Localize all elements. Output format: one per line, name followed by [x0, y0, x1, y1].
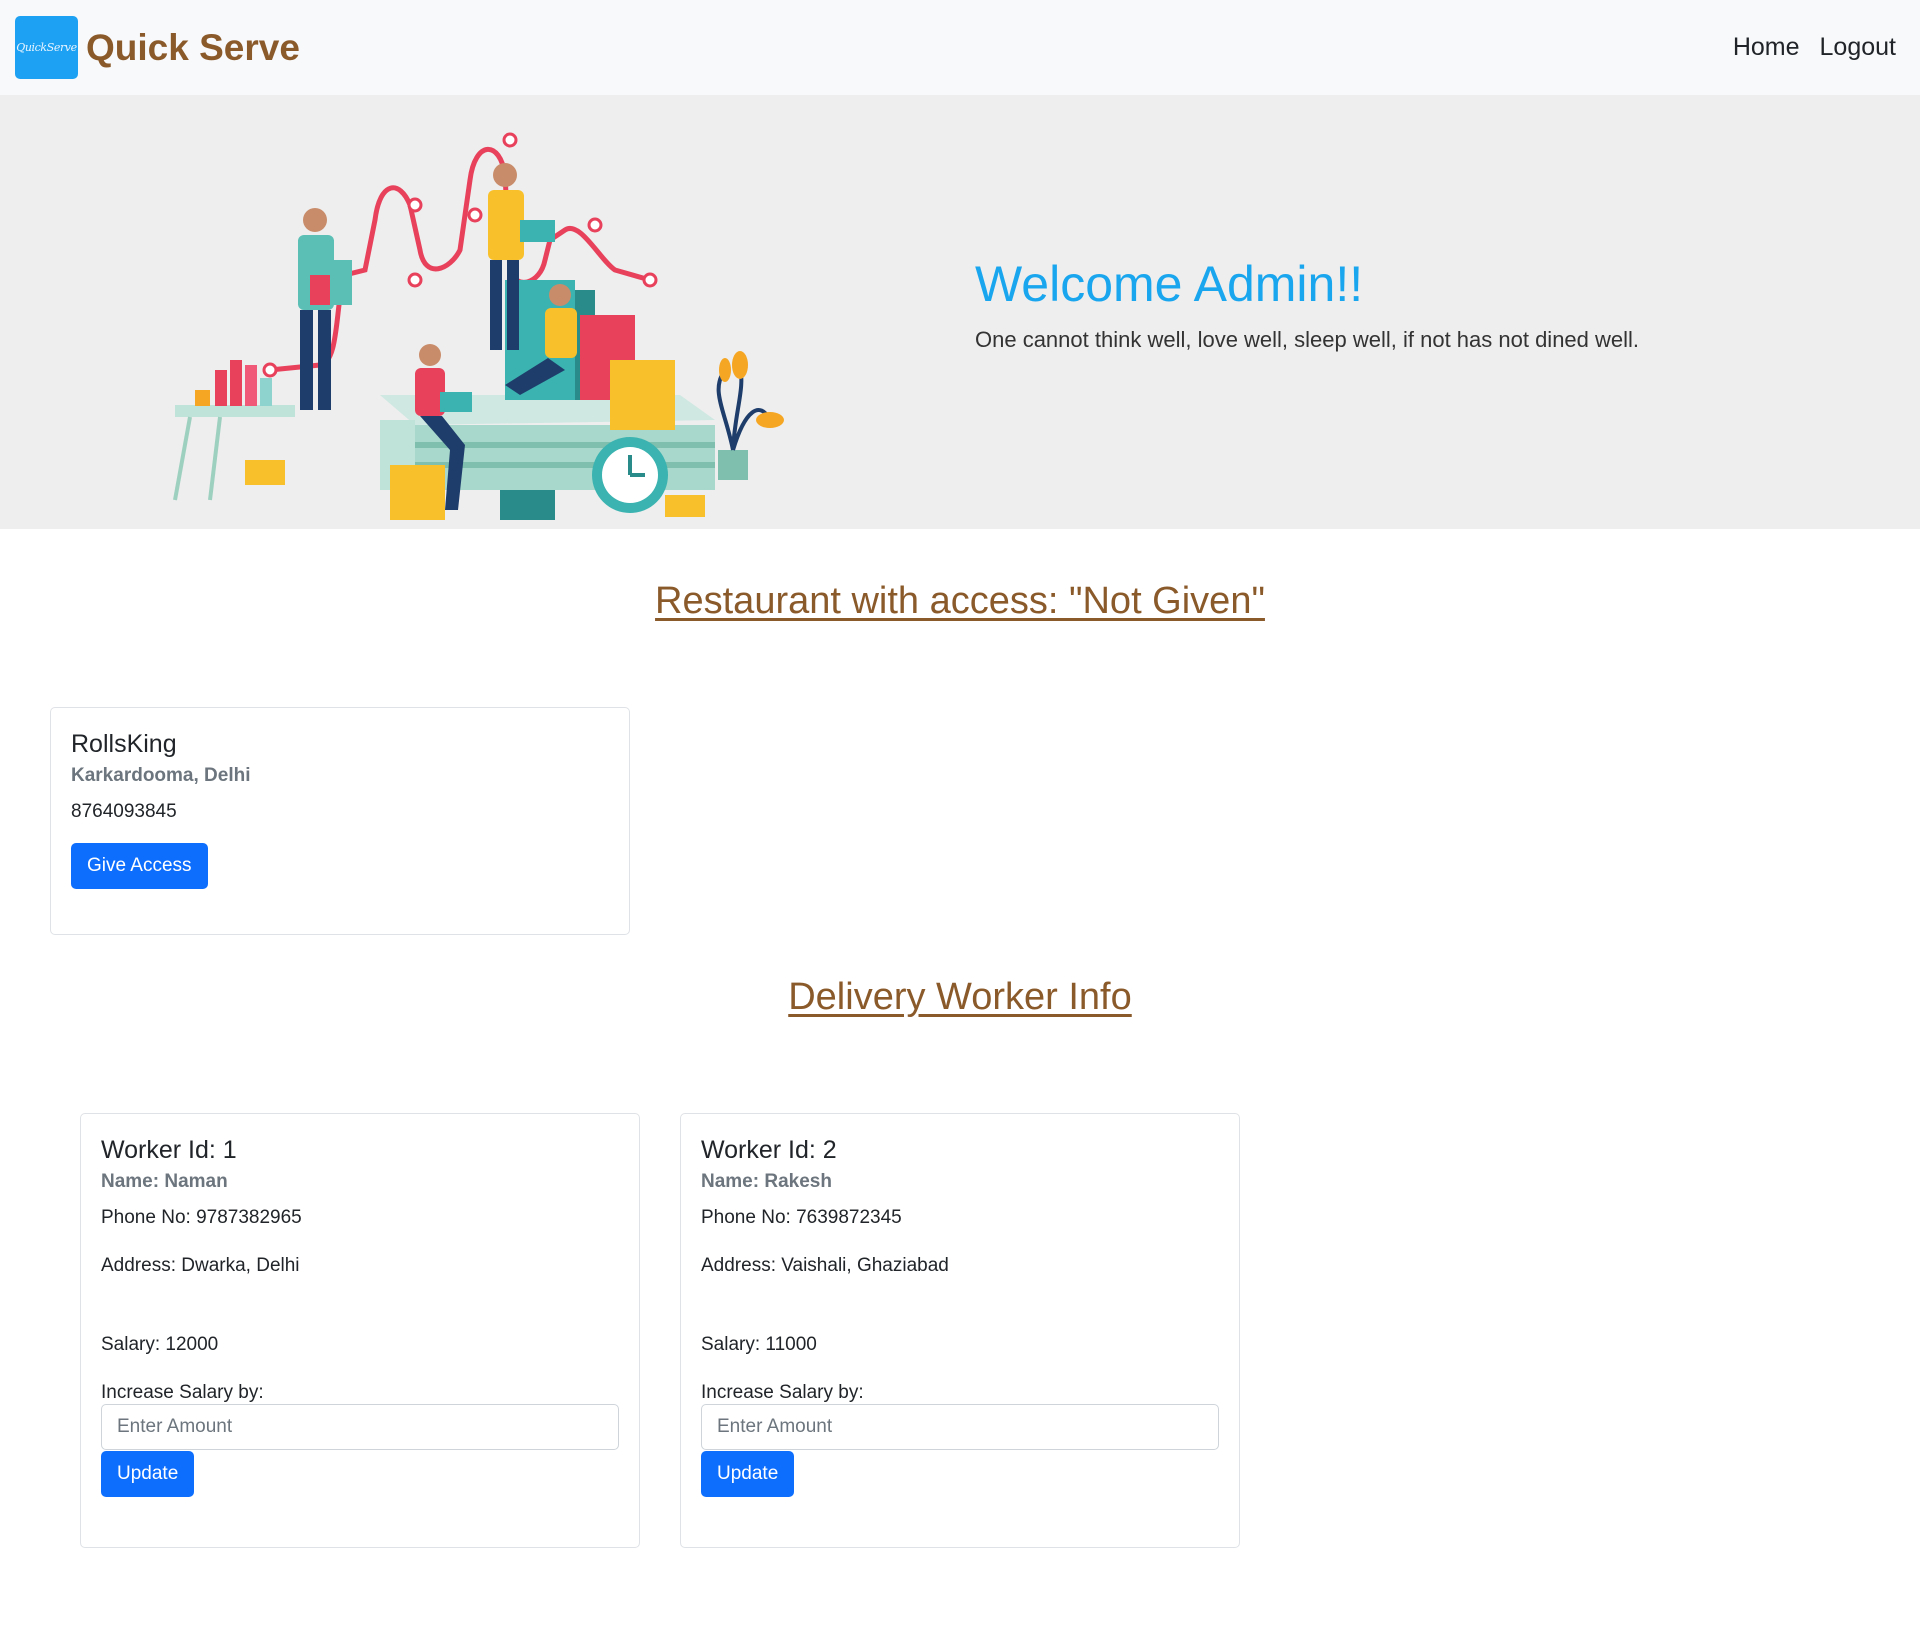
- team-work-illustration: [173, 132, 784, 520]
- desk: [175, 405, 295, 417]
- person-head: [549, 284, 571, 306]
- worker-id: Worker Id: 1: [101, 1136, 237, 1164]
- bar-block: [260, 378, 272, 406]
- amount-input[interactable]: [101, 1404, 619, 1450]
- hero-banner: Welcome Admin!! One cannot think well, l…: [0, 95, 1920, 529]
- box: [245, 460, 285, 485]
- worker-phone: Phone No: 7639872345: [701, 1207, 902, 1228]
- worker-salary: Salary: 12000: [101, 1334, 219, 1355]
- yellow-block: [390, 465, 445, 520]
- worker-address: Address: Vaishali, Ghaziabad: [701, 1255, 949, 1276]
- carried-box: [330, 260, 352, 305]
- path-node: [642, 272, 658, 288]
- restaurant-card: RollsKing Karkardooma, Delhi 8764093845 …: [50, 707, 630, 935]
- bar-block: [245, 365, 257, 406]
- worker-id: Worker Id: 2: [701, 1136, 837, 1164]
- navbar: QuickServe Quick Serve Home Logout: [0, 0, 1920, 95]
- restaurant-section-heading: Restaurant with access: "Not Given": [655, 580, 1265, 622]
- worker-phone: Phone No: 9787382965: [101, 1207, 302, 1228]
- person-leg: [507, 260, 519, 350]
- give-access-button[interactable]: Give Access: [71, 843, 208, 889]
- hero-text: Welcome Admin!! One cannot think well, l…: [975, 255, 1639, 353]
- plant-leaf: [756, 412, 784, 428]
- quickserve-logo: QuickServe: [15, 16, 78, 79]
- worker-card: Worker Id: 2 Name: Rakesh Phone No: 7639…: [680, 1113, 1240, 1548]
- person-leg: [300, 310, 313, 410]
- nav-home-link[interactable]: Home: [1733, 33, 1800, 62]
- amount-input[interactable]: [701, 1404, 1219, 1450]
- increase-salary-label: Increase Salary by:: [101, 1382, 264, 1403]
- hero-quote: One cannot think well, love well, sleep …: [975, 327, 1640, 352]
- worker-card: Worker Id: 1 Name: Naman Phone No: 97873…: [80, 1113, 640, 1548]
- path-node: [587, 217, 603, 233]
- laptop: [520, 220, 555, 242]
- box: [665, 495, 705, 517]
- path-node: [262, 362, 278, 378]
- path-node: [502, 132, 518, 148]
- desk-leg: [173, 416, 192, 501]
- person-leg: [318, 310, 331, 410]
- welcome-title: Welcome Admin!!: [975, 256, 1364, 312]
- nav-links: Home Logout: [1733, 33, 1896, 62]
- nav-logout-link[interactable]: Logout: [1820, 33, 1896, 62]
- laptop: [440, 392, 472, 412]
- person-body: [488, 190, 524, 260]
- update-salary-button[interactable]: Update: [701, 1451, 795, 1497]
- worker-name: Name: Rakesh: [701, 1171, 832, 1192]
- path-node: [467, 207, 483, 223]
- path-node: [407, 272, 423, 288]
- restaurant-location: Karkardooma, Delhi: [71, 765, 251, 786]
- bar-block: [230, 360, 242, 406]
- bar-block: [215, 370, 227, 406]
- worker-address: Address: Dwarka, Delhi: [101, 1255, 300, 1276]
- paper-stack: [500, 490, 555, 520]
- update-salary-button[interactable]: Update: [101, 1451, 195, 1497]
- plant-pot: [718, 450, 748, 480]
- yellow-block: [610, 360, 675, 430]
- increase-salary-label: Increase Salary by:: [701, 1382, 864, 1403]
- plant-leaf: [719, 358, 731, 382]
- worker-section-heading: Delivery Worker Info: [788, 976, 1132, 1018]
- bar-block: [195, 390, 210, 406]
- path-node: [407, 197, 423, 213]
- plant-leaf: [732, 351, 748, 379]
- person-head: [493, 163, 517, 187]
- person-body: [545, 308, 577, 358]
- brand-name: Quick Serve: [86, 26, 300, 68]
- restaurant-name: RollsKing: [71, 730, 177, 758]
- desk-leg: [208, 416, 222, 501]
- person-head: [419, 344, 441, 366]
- worker-name: Name: Naman: [101, 1171, 228, 1192]
- restaurant-phone: 8764093845: [71, 801, 177, 822]
- person-head: [303, 208, 327, 232]
- person-leg: [490, 260, 502, 350]
- brand-link[interactable]: QuickServe Quick Serve: [15, 16, 300, 79]
- worker-salary: Salary: 11000: [701, 1334, 817, 1355]
